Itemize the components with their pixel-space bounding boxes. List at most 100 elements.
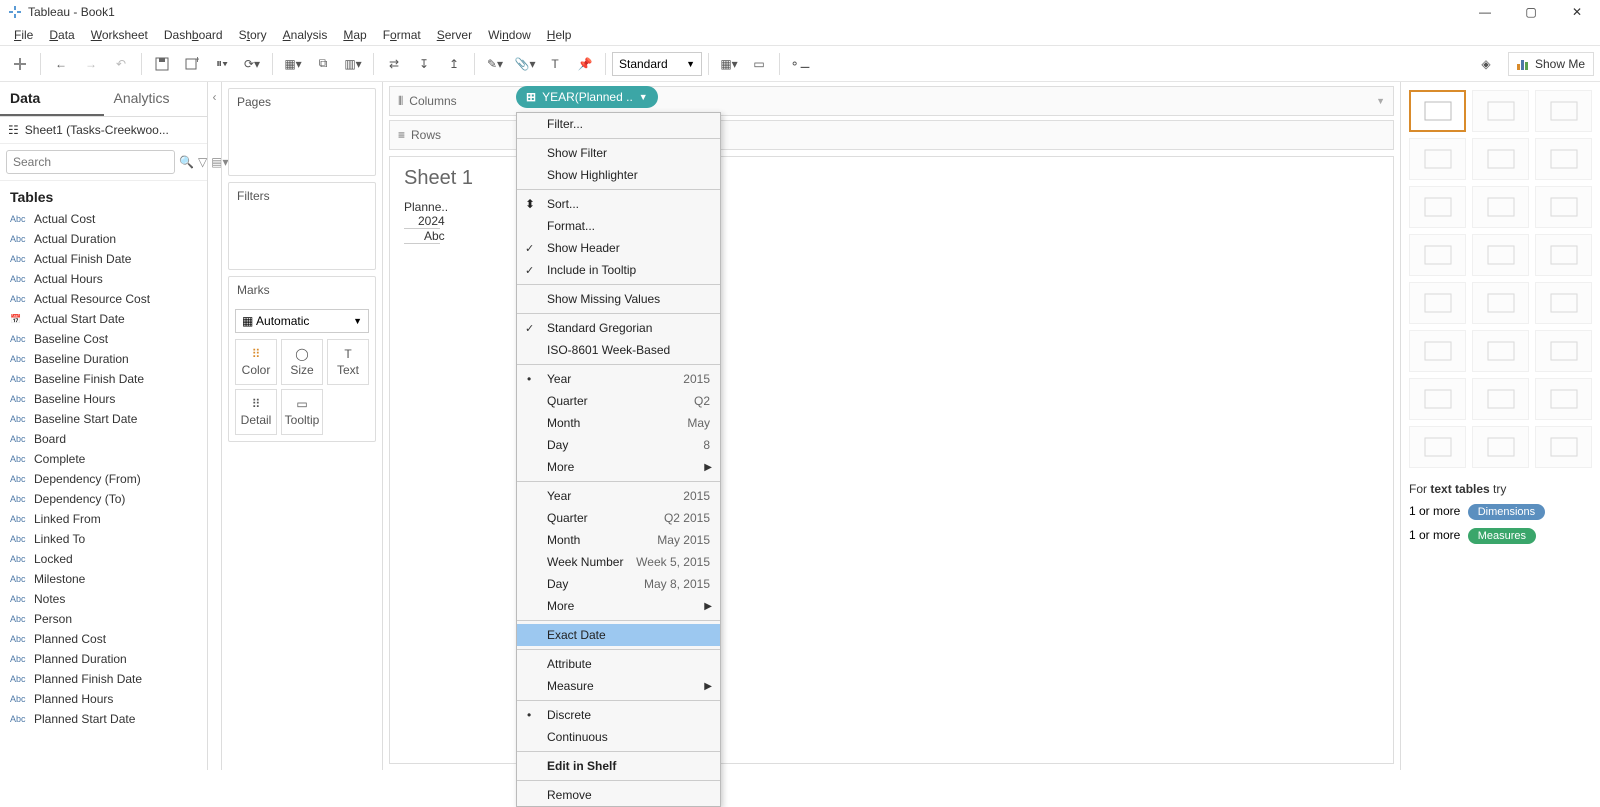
field-item[interactable]: AbcLocked	[0, 549, 207, 569]
cm-month[interactable]: MonthMay	[517, 412, 720, 434]
share-button[interactable]: ⚬⚊	[786, 50, 814, 78]
show-me-viz-option[interactable]	[1472, 138, 1529, 180]
clear-button[interactable]: ▥▾	[339, 50, 367, 78]
show-me-viz-option[interactable]	[1409, 330, 1466, 372]
show-me-viz-option[interactable]	[1535, 378, 1592, 420]
close-button[interactable]: ✕	[1554, 0, 1600, 24]
cm-discrete[interactable]: Discrete	[517, 704, 720, 726]
search-input[interactable]	[6, 150, 175, 174]
back-button[interactable]: ←	[47, 50, 75, 78]
cm-more[interactable]: More▶	[517, 456, 720, 478]
field-item[interactable]: AbcBaseline Finish Date	[0, 369, 207, 389]
labels-button[interactable]: T	[541, 50, 569, 78]
group-button[interactable]: 📎▾	[511, 50, 539, 78]
show-me-viz-option[interactable]	[1409, 186, 1466, 228]
marks-tooltip[interactable]: ▭Tooltip	[281, 389, 323, 435]
show-me-viz-option[interactable]	[1472, 378, 1529, 420]
cm-std-gregorian[interactable]: Standard Gregorian	[517, 317, 720, 339]
menu-window[interactable]: Window	[480, 28, 539, 42]
field-item[interactable]: AbcBoard	[0, 429, 207, 449]
save-button[interactable]	[148, 50, 176, 78]
search-icon[interactable]: 🔍	[179, 155, 194, 169]
cm-iso-week[interactable]: ISO-8601 Week-Based	[517, 339, 720, 361]
cm-year[interactable]: Year2015	[517, 368, 720, 390]
datasource-item[interactable]: ☷ Sheet1 (Tasks-Creekwoo...	[0, 117, 207, 144]
minimize-button[interactable]: —	[1462, 0, 1508, 24]
field-item[interactable]: AbcActual Duration	[0, 229, 207, 249]
show-me-viz-option[interactable]	[1535, 90, 1592, 132]
marks-text[interactable]: TText	[327, 339, 369, 385]
maximize-button[interactable]: ▢	[1508, 0, 1554, 24]
cm-attribute[interactable]: Attribute	[517, 653, 720, 675]
cm-sort[interactable]: ⬍Sort...	[517, 193, 720, 215]
sort-desc-button[interactable]: ↥	[440, 50, 468, 78]
menu-data[interactable]: Data	[41, 28, 82, 42]
data-guide-button[interactable]: ◈	[1472, 50, 1500, 78]
show-me-viz-option[interactable]	[1472, 234, 1529, 276]
menu-worksheet[interactable]: Worksheet	[83, 28, 156, 42]
cm-year-cont[interactable]: Year2015	[517, 485, 720, 507]
cm-month-cont[interactable]: MonthMay 2015	[517, 529, 720, 551]
cm-continuous[interactable]: Continuous	[517, 726, 720, 748]
cm-remove[interactable]: Remove	[517, 784, 720, 806]
new-worksheet-button[interactable]: ▦▾	[279, 50, 307, 78]
show-me-viz-option[interactable]	[1409, 378, 1466, 420]
menu-help[interactable]: Help	[539, 28, 580, 42]
presentation-button[interactable]: ▭	[745, 50, 773, 78]
cm-exact-date[interactable]: Exact Date	[517, 624, 720, 646]
cm-format[interactable]: Format...	[517, 215, 720, 237]
show-me-viz-option[interactable]	[1409, 282, 1466, 324]
show-me-viz-option[interactable]	[1535, 426, 1592, 468]
marks-detail[interactable]: ⠿Detail	[235, 389, 277, 435]
show-cards-button[interactable]: ▦▾	[715, 50, 743, 78]
sort-asc-button[interactable]: ↧	[410, 50, 438, 78]
undo-button[interactable]: ↶	[107, 50, 135, 78]
show-me-viz-option[interactable]	[1409, 426, 1466, 468]
swap-button[interactable]: ⇄	[380, 50, 408, 78]
collapse-data-pane[interactable]: ‹	[208, 82, 222, 770]
field-item[interactable]: AbcNotes	[0, 589, 207, 609]
duplicate-button[interactable]: ⧉	[309, 50, 337, 78]
marks-type-dropdown[interactable]: ▦ Automatic▼	[235, 309, 369, 333]
field-item[interactable]: AbcBaseline Hours	[0, 389, 207, 409]
show-me-viz-option[interactable]	[1472, 90, 1529, 132]
menu-file[interactable]: File	[6, 28, 41, 42]
tableau-logo-button[interactable]	[6, 50, 34, 78]
filters-shelf[interactable]: Filters	[228, 182, 376, 270]
cm-show-highlighter[interactable]: Show Highlighter	[517, 164, 720, 186]
cm-include-tooltip[interactable]: Include in Tooltip	[517, 259, 720, 281]
menu-map[interactable]: Map	[335, 28, 374, 42]
cm-measure[interactable]: Measure▶	[517, 675, 720, 697]
cm-show-filter[interactable]: Show Filter	[517, 142, 720, 164]
show-me-viz-option[interactable]	[1535, 330, 1592, 372]
field-item[interactable]: AbcPlanned Finish Date	[0, 669, 207, 689]
cm-edit-in-shelf[interactable]: Edit in Shelf	[517, 755, 720, 777]
marks-size[interactable]: ◯Size	[281, 339, 323, 385]
field-item[interactable]: AbcBaseline Cost	[0, 329, 207, 349]
field-item[interactable]: AbcComplete	[0, 449, 207, 469]
cm-day-cont[interactable]: DayMay 8, 2015	[517, 573, 720, 595]
highlight-button[interactable]: ✎▾	[481, 50, 509, 78]
show-me-viz-option[interactable]	[1535, 186, 1592, 228]
show-me-viz-option[interactable]	[1472, 282, 1529, 324]
field-item[interactable]: AbcBaseline Start Date	[0, 409, 207, 429]
show-me-viz-option[interactable]	[1472, 426, 1529, 468]
refresh-button[interactable]: ⟳▾	[238, 50, 266, 78]
field-item[interactable]: AbcMilestone	[0, 569, 207, 589]
field-item[interactable]: AbcPlanned Hours	[0, 689, 207, 709]
show-me-viz-option[interactable]	[1409, 90, 1466, 132]
field-item[interactable]: AbcPlanned Duration	[0, 649, 207, 669]
field-item[interactable]: AbcActual Hours	[0, 269, 207, 289]
pages-shelf[interactable]: Pages	[228, 88, 376, 176]
show-me-viz-option[interactable]	[1472, 186, 1529, 228]
show-me-viz-option[interactable]	[1409, 234, 1466, 276]
field-item[interactable]: AbcDependency (From)	[0, 469, 207, 489]
field-item[interactable]: AbcPlanned Start Date	[0, 709, 207, 729]
new-datasource-button[interactable]: +	[178, 50, 206, 78]
field-item[interactable]: AbcActual Resource Cost	[0, 289, 207, 309]
menu-story[interactable]: Story	[231, 28, 275, 42]
field-item[interactable]: AbcPlanned Cost	[0, 629, 207, 649]
filter-icon[interactable]: ▽	[198, 155, 207, 169]
show-me-viz-option[interactable]	[1535, 234, 1592, 276]
cm-quarter[interactable]: QuarterQ2	[517, 390, 720, 412]
